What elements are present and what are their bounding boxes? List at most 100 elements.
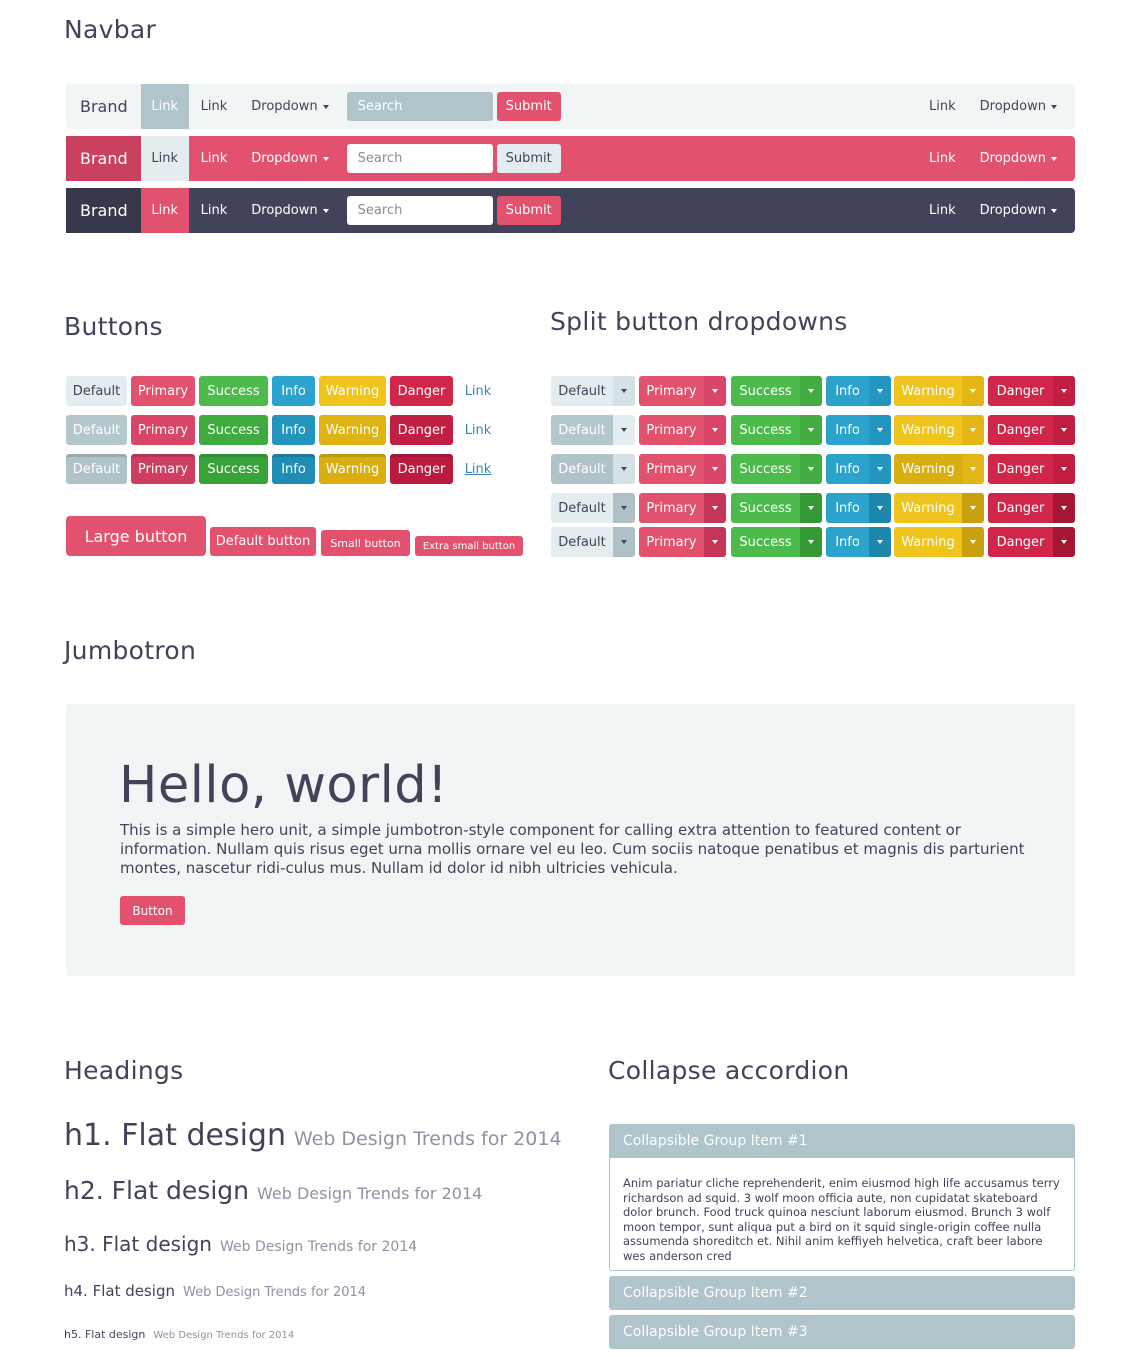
split-toggle[interactable] <box>613 376 635 406</box>
search-input[interactable]: Search <box>346 196 493 225</box>
nav-right-dropdown[interactable]: Dropdown <box>968 84 1069 129</box>
submit-button[interactable]: Submit <box>496 92 561 121</box>
split-success-button[interactable]: Success <box>731 493 800 523</box>
split-info-button[interactable]: Info <box>826 415 869 445</box>
nav-dropdown[interactable]: Dropdown <box>239 136 340 181</box>
split-toggle[interactable] <box>704 376 726 406</box>
split-success-button[interactable]: Success <box>731 415 800 445</box>
danger-button[interactable]: Danger <box>390 376 453 406</box>
nav-link-active[interactable]: Link <box>140 84 189 129</box>
split-toggle[interactable] <box>1053 376 1075 406</box>
search-input[interactable]: Search <box>346 144 493 173</box>
large-button[interactable]: Large button <box>66 516 206 556</box>
submit-button[interactable]: Submit <box>496 144 561 173</box>
split-warning-button[interactable]: Warning <box>894 376 962 406</box>
split-toggle[interactable] <box>704 454 726 484</box>
nav-link[interactable]: Link <box>189 136 240 181</box>
accordion-item-2-header[interactable]: Collapsible Group Item #2 <box>609 1276 1075 1310</box>
split-success-button[interactable]: Success <box>731 527 800 557</box>
extra-small-button[interactable]: Extra small button <box>415 536 523 556</box>
split-warning-button[interactable]: Warning <box>894 415 962 445</box>
nav-right-link[interactable]: Link <box>917 136 968 181</box>
split-primary-button[interactable]: Primary <box>639 454 704 484</box>
split-danger-button[interactable]: Danger <box>988 493 1053 523</box>
primary-button[interactable]: Primary <box>131 454 195 484</box>
split-toggle[interactable] <box>800 454 822 484</box>
primary-button[interactable]: Primary <box>131 415 195 445</box>
split-toggle[interactable] <box>613 527 635 557</box>
primary-button[interactable]: Primary <box>131 376 195 406</box>
split-info-button[interactable]: Info <box>826 527 869 557</box>
nav-link-active[interactable]: Link <box>140 188 189 233</box>
link-button[interactable]: Link <box>458 454 498 484</box>
split-toggle[interactable] <box>1053 493 1075 523</box>
nav-link-active[interactable]: Link <box>140 136 189 181</box>
info-button[interactable]: Info <box>272 376 315 406</box>
nav-link[interactable]: Link <box>189 188 240 233</box>
split-toggle[interactable] <box>962 415 984 445</box>
split-toggle[interactable] <box>869 376 891 406</box>
split-primary-button[interactable]: Primary <box>639 527 704 557</box>
small-button[interactable]: Small button <box>321 530 410 556</box>
link-button[interactable]: Link <box>458 376 498 406</box>
default-button[interactable]: Default <box>66 454 127 484</box>
split-default-button[interactable]: Default <box>551 527 613 557</box>
jumbotron-button[interactable]: Button <box>120 896 185 925</box>
nav-dropdown[interactable]: Dropdown <box>239 188 340 233</box>
split-warning-button[interactable]: Warning <box>894 527 962 557</box>
split-toggle[interactable] <box>869 527 891 557</box>
split-toggle[interactable] <box>704 493 726 523</box>
split-toggle[interactable] <box>962 493 984 523</box>
split-toggle[interactable] <box>704 527 726 557</box>
default-size-button[interactable]: Default button <box>210 527 316 556</box>
split-default-button[interactable]: Default <box>551 454 613 484</box>
split-toggle[interactable] <box>613 454 635 484</box>
split-danger-button[interactable]: Danger <box>988 454 1053 484</box>
split-default-button[interactable]: Default <box>551 415 613 445</box>
split-success-button[interactable]: Success <box>731 376 800 406</box>
split-primary-button[interactable]: Primary <box>639 415 704 445</box>
default-button[interactable]: Default <box>66 415 127 445</box>
accordion-item-1-header[interactable]: Collapsible Group Item #1 <box>609 1124 1075 1158</box>
navbar-brand[interactable]: Brand <box>66 84 141 129</box>
split-toggle[interactable] <box>869 493 891 523</box>
success-button[interactable]: Success <box>199 415 268 445</box>
warning-button[interactable]: Warning <box>319 376 386 406</box>
info-button[interactable]: Info <box>272 454 315 484</box>
split-toggle[interactable] <box>704 415 726 445</box>
info-button[interactable]: Info <box>272 415 315 445</box>
split-toggle[interactable] <box>962 454 984 484</box>
split-danger-button[interactable]: Danger <box>988 415 1053 445</box>
split-toggle[interactable] <box>613 415 635 445</box>
split-warning-button[interactable]: Warning <box>894 493 962 523</box>
success-button[interactable]: Success <box>199 376 268 406</box>
split-toggle[interactable] <box>1053 415 1075 445</box>
split-toggle[interactable] <box>800 376 822 406</box>
success-button[interactable]: Success <box>199 454 268 484</box>
warning-button[interactable]: Warning <box>319 415 386 445</box>
danger-button[interactable]: Danger <box>390 415 453 445</box>
accordion-item-3-header[interactable]: Collapsible Group Item #3 <box>609 1315 1075 1349</box>
split-info-button[interactable]: Info <box>826 454 869 484</box>
split-default-button[interactable]: Default <box>551 493 613 523</box>
split-toggle[interactable] <box>962 527 984 557</box>
split-toggle[interactable] <box>1053 527 1075 557</box>
split-toggle[interactable] <box>800 493 822 523</box>
split-danger-button[interactable]: Danger <box>988 376 1053 406</box>
split-default-button[interactable]: Default <box>551 376 613 406</box>
navbar-brand[interactable]: Brand <box>66 136 141 181</box>
split-toggle[interactable] <box>962 376 984 406</box>
split-info-button[interactable]: Info <box>826 376 869 406</box>
submit-button[interactable]: Submit <box>496 196 561 225</box>
search-input[interactable]: Search <box>346 92 493 121</box>
split-toggle[interactable] <box>800 527 822 557</box>
nav-right-dropdown[interactable]: Dropdown <box>968 188 1069 233</box>
split-info-button[interactable]: Info <box>826 493 869 523</box>
nav-link[interactable]: Link <box>189 84 240 129</box>
danger-button[interactable]: Danger <box>390 454 453 484</box>
split-toggle[interactable] <box>869 415 891 445</box>
split-toggle[interactable] <box>869 454 891 484</box>
split-primary-button[interactable]: Primary <box>639 376 704 406</box>
navbar-brand[interactable]: Brand <box>66 188 141 233</box>
split-primary-button[interactable]: Primary <box>639 493 704 523</box>
